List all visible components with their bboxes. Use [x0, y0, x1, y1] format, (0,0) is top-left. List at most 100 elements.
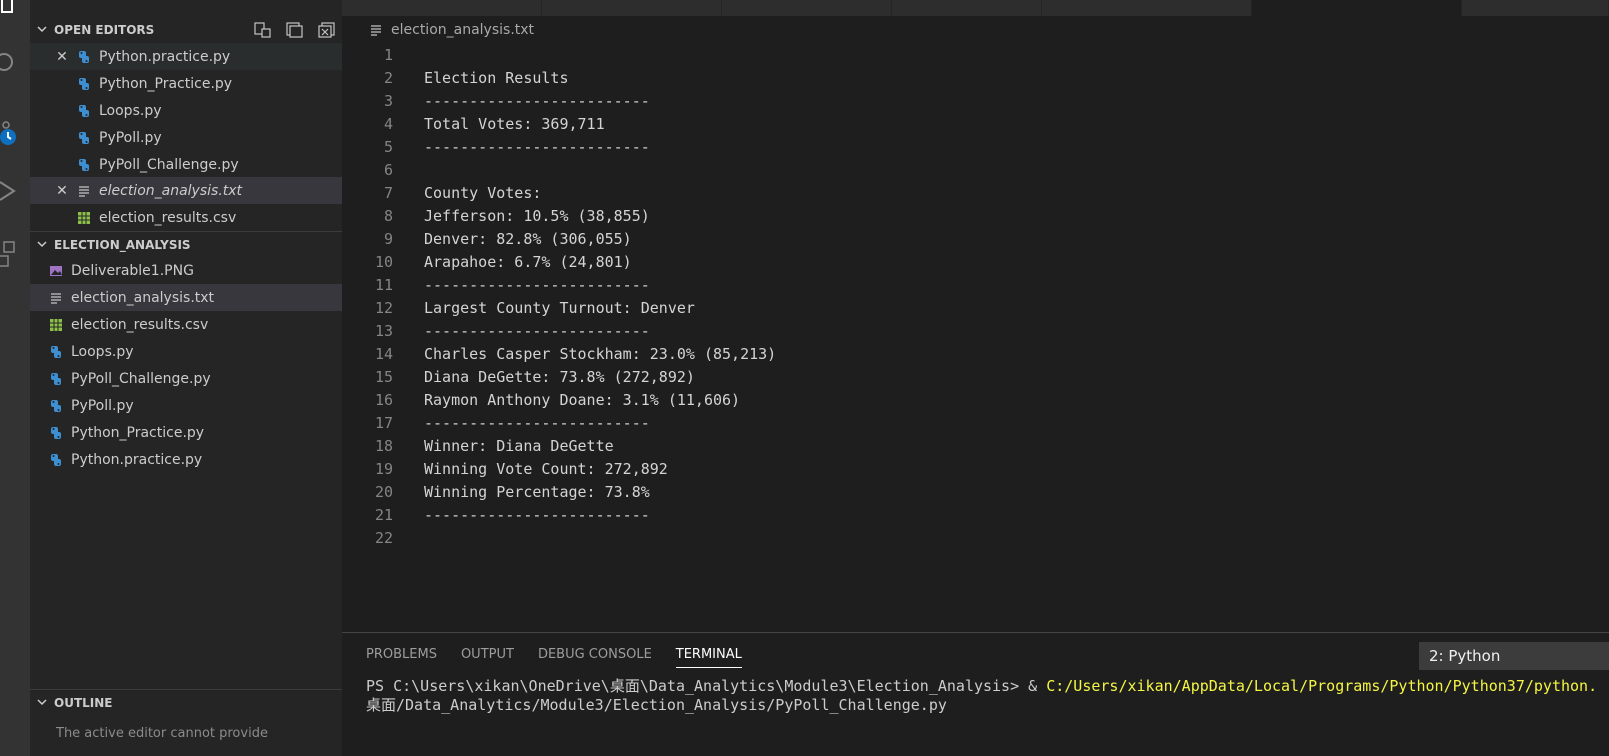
- breadcrumb[interactable]: election_analysis.txt: [342, 16, 1609, 44]
- editor-line: 22: [374, 528, 393, 547]
- terminal-select-value: 2: Python: [1429, 647, 1501, 665]
- csv-file-icon: [48, 317, 64, 333]
- file-item[interactable]: Python.practice.py: [30, 446, 342, 473]
- python-file-icon: [48, 371, 64, 387]
- open-editor-label: Python_Practice.py: [99, 75, 233, 92]
- editor-line: 3 -------------------------: [383, 91, 650, 110]
- file-item[interactable]: PyPoll_Challenge.py: [30, 365, 342, 392]
- editor-line: 10 Arapahoe: 6.7% (24,801): [374, 252, 632, 271]
- close-icon[interactable]: ✕: [54, 49, 70, 65]
- text-file-icon: [48, 290, 64, 306]
- outline-title: OUTLINE: [54, 695, 113, 710]
- tab-output[interactable]: OUTPUT: [461, 647, 514, 668]
- explorer-folder-header[interactable]: ELECTION_ANALYSIS: [30, 231, 342, 257]
- editor-tab[interactable]: [892, 0, 1042, 16]
- open-editor-label: Python.practice.py: [99, 48, 231, 65]
- editor-tab[interactable]: [542, 0, 722, 16]
- file-item[interactable]: Loops.py: [30, 338, 342, 365]
- editor-line: 18 Winner: Diana DeGette: [374, 436, 614, 455]
- file-label: PyPoll.py: [71, 397, 134, 414]
- python-file-icon: [48, 344, 64, 360]
- open-editor-item-active[interactable]: ✕ election_analysis.txt: [30, 177, 342, 204]
- tab-debug-console[interactable]: DEBUG CONSOLE: [538, 647, 652, 668]
- file-label: Deliverable1.PNG: [71, 262, 194, 279]
- editor-line: 11 -------------------------: [374, 275, 650, 294]
- open-editor-item[interactable]: ✕ Python.practice.py: [30, 43, 342, 70]
- file-label: Python.practice.py: [71, 451, 203, 468]
- editor-tab[interactable]: [1462, 0, 1609, 16]
- editor-line: 16 Raymon Anthony Doane: 3.1% (11,606): [374, 390, 741, 409]
- close-all-icon[interactable]: [318, 22, 336, 38]
- close-icon[interactable]: ✕: [54, 183, 70, 199]
- file-item[interactable]: Python_Practice.py: [30, 419, 342, 446]
- python-file-icon: [48, 425, 64, 441]
- editor-line: 12 Largest County Turnout: Denver: [374, 298, 695, 317]
- search-icon[interactable]: [0, 48, 30, 78]
- editor-tab[interactable]: [722, 0, 892, 16]
- run-debug-icon[interactable]: [0, 176, 30, 206]
- editor-line: 4 Total Votes: 369,711: [383, 114, 605, 133]
- file-label: Loops.py: [71, 343, 134, 360]
- open-editors-header[interactable]: OPEN EDITORS: [30, 17, 342, 43]
- panel-tabs: PROBLEMS OUTPUT DEBUG CONSOLE TERMINAL: [366, 647, 742, 668]
- python-file-icon: [48, 398, 64, 414]
- file-item[interactable]: election_results.csv: [30, 311, 342, 338]
- save-all-icon[interactable]: [286, 22, 304, 38]
- open-editor-label: election_results.csv: [99, 209, 237, 226]
- file-label: Python_Practice.py: [71, 424, 205, 441]
- editor-line: 13 -------------------------: [374, 321, 650, 340]
- text-file-icon: [368, 22, 384, 38]
- outline-header[interactable]: OUTLINE: [30, 689, 342, 715]
- terminal-second-line: 桌面/Data_Analytics/Module3/Election_Analy…: [366, 696, 947, 714]
- open-editor-item[interactable]: Python_Practice.py: [30, 70, 342, 97]
- python-file-icon: [76, 103, 92, 119]
- extensions-icon[interactable]: [0, 240, 30, 270]
- sidebar: OPEN EDITORS ✕ Python.practice.py Python…: [30, 0, 342, 756]
- python-file-icon: [76, 49, 92, 65]
- image-file-icon: [48, 263, 64, 279]
- editor-line: 1: [383, 45, 393, 64]
- open-editor-label: election_analysis.txt: [99, 182, 243, 199]
- editor-line: 17 -------------------------: [374, 413, 650, 432]
- terminal-prompt: PS C:\Users\xikan\OneDrive\桌面\Data_Analy…: [366, 677, 1047, 695]
- editor-line: 14 Charles Casper Stockham: 23.0% (85,213…: [374, 344, 777, 363]
- editor-tab[interactable]: [1042, 0, 1252, 16]
- editor-line: 6: [383, 160, 393, 179]
- source-control-icon[interactable]: [0, 120, 30, 150]
- editor-line: 19 Winning Vote Count: 272,892: [374, 459, 668, 478]
- terminal-output[interactable]: PS C:\Users\xikan\OneDrive\桌面\Data_Analy…: [366, 677, 1609, 715]
- terminal-select[interactable]: 2: Python: [1419, 642, 1609, 670]
- tab-problems[interactable]: PROBLEMS: [366, 647, 437, 668]
- new-untitled-file-icon[interactable]: [254, 22, 272, 38]
- python-file-icon: [76, 157, 92, 173]
- editor-line: 21 -------------------------: [374, 505, 650, 524]
- open-editor-item[interactable]: PyPoll.py: [30, 124, 342, 151]
- file-label: election_results.csv: [71, 316, 209, 333]
- csv-file-icon: [76, 210, 92, 226]
- open-editor-item[interactable]: PyPoll_Challenge.py: [30, 151, 342, 178]
- editor-tab-active[interactable]: [1252, 0, 1462, 16]
- chevron-down-icon: [36, 696, 54, 710]
- file-item[interactable]: Deliverable1.PNG: [30, 257, 342, 284]
- open-editor-item[interactable]: Loops.py: [30, 97, 342, 124]
- chevron-down-icon: [36, 23, 54, 37]
- vscode-window: OPEN EDITORS ✕ Python.practice.py Python…: [0, 0, 1609, 756]
- text-editor[interactable]: 1 2 Election Results 3 -------------------…: [342, 44, 1609, 632]
- file-label: PyPoll_Challenge.py: [71, 370, 211, 387]
- breadcrumb-file: election_analysis.txt: [391, 22, 535, 38]
- editor-line: 20 Winning Percentage: 73.8%: [374, 482, 650, 501]
- editor-tab[interactable]: [342, 0, 542, 16]
- tab-terminal[interactable]: TERMINAL: [675, 647, 742, 668]
- explorer-icon[interactable]: [0, 0, 30, 30]
- terminal-command-path: C:/Users/xikan/AppData/Local/Programs/Py…: [1046, 677, 1598, 695]
- chevron-down-icon: [36, 238, 54, 252]
- editor-line: 15 Diana DeGette: 73.8% (272,892): [374, 367, 695, 386]
- open-editor-label: PyPoll_Challenge.py: [99, 156, 239, 173]
- file-item[interactable]: PyPoll.py: [30, 392, 342, 419]
- file-label: election_analysis.txt: [71, 289, 215, 306]
- file-item-selected[interactable]: election_analysis.txt: [30, 284, 342, 311]
- python-file-icon: [76, 130, 92, 146]
- python-file-icon: [48, 452, 64, 468]
- open-editor-item[interactable]: election_results.csv: [30, 204, 342, 231]
- open-editor-label: Loops.py: [99, 102, 162, 119]
